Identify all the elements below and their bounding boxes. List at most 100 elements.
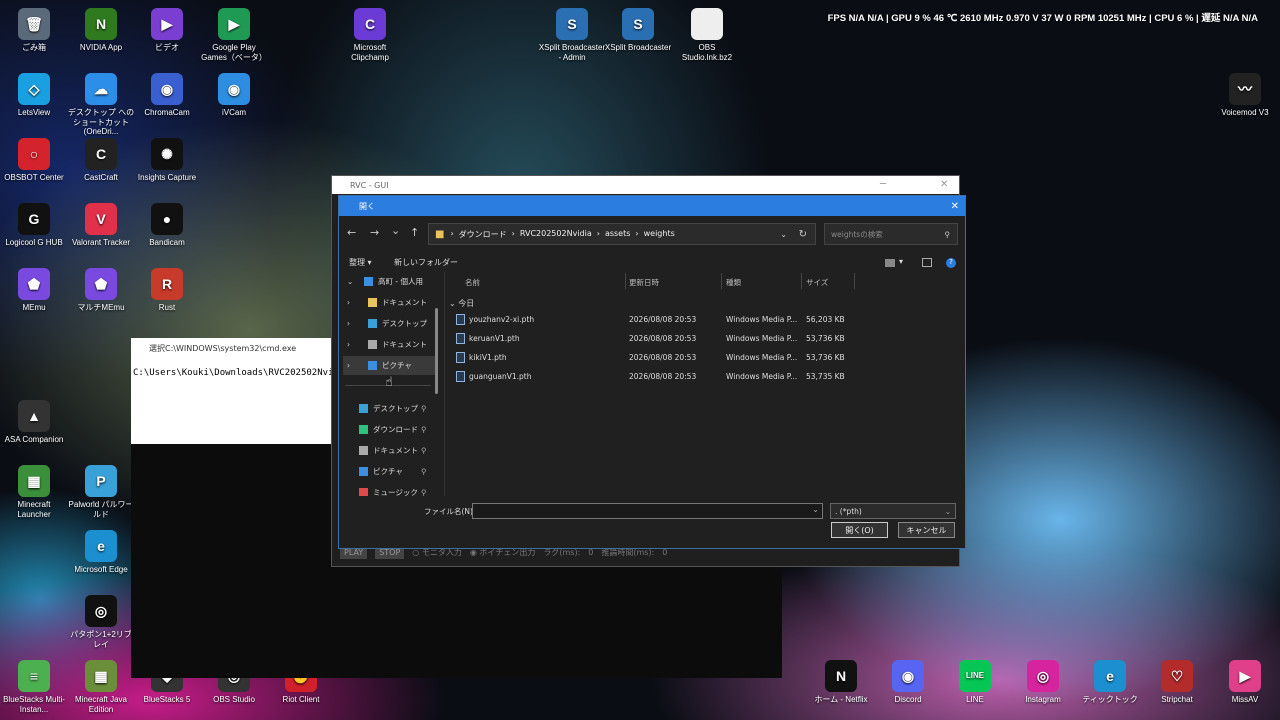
address-bar[interactable]: ■ › ダウンロード › RVC20250​2Nvidia › assets › weight… bbox=[428, 223, 816, 245]
desktop-icon[interactable]: ◇ LetsView bbox=[0, 73, 68, 118]
desktop-icon-label: OBSBOT Center bbox=[4, 173, 64, 182]
desktop-icon[interactable]: ☁ デスクトップ へのショートカット (OneDri... bbox=[67, 73, 135, 137]
group-header-today[interactable]: ⌄ 今日 bbox=[449, 298, 474, 309]
expand-chevron-icon[interactable]: › bbox=[347, 319, 357, 328]
filename-dropdown-icon[interactable]: ⌄ bbox=[812, 505, 819, 514]
desktop-icon[interactable]: ◎ パタポン1+2リブレイ bbox=[67, 595, 135, 649]
tree-item[interactable]: › ドキュメント bbox=[347, 335, 427, 354]
file-row[interactable]: kikiV1.pth 2026/08/08 20:53 Windows Media … bbox=[456, 350, 856, 367]
desktop-icon[interactable]: ◉ ChromaCam bbox=[133, 73, 201, 118]
file-size: 56,203 KB bbox=[806, 315, 845, 324]
search-input[interactable]: weightsの検索 ⚲ bbox=[824, 223, 958, 245]
organize-button[interactable]: 整理 ▾ bbox=[349, 257, 372, 268]
open-button[interactable]: 開く(O) bbox=[831, 522, 888, 538]
file-row[interactable]: keruanV1.pth 2026/08/08 20:53 Windows Medi… bbox=[456, 331, 856, 348]
desktop-icon[interactable]: ▶ MissAV bbox=[1211, 660, 1279, 705]
tree-item[interactable]: › デスクトップ bbox=[347, 314, 427, 333]
desktop-icon-label: Insights Capture bbox=[137, 173, 197, 182]
expand-chevron-icon[interactable]: › bbox=[347, 298, 357, 307]
tree-item[interactable]: ミュージック ⚲ bbox=[359, 483, 427, 496]
tree-item[interactable]: デスクトップ ⚲ bbox=[359, 399, 427, 418]
desktop-icon[interactable]: ▲ ASA Companion bbox=[0, 400, 68, 445]
app-icon: e bbox=[85, 530, 117, 562]
desktop-icon[interactable]: e Microsoft Edge bbox=[67, 530, 135, 575]
desktop-icon-label: ごみ箱 bbox=[22, 43, 46, 52]
file-row[interactable]: guanguanV1.pth 2026/08/08 20:53 Windows Me… bbox=[456, 369, 856, 386]
breadcrumb-item[interactable]: RVC20250​2Nvidia bbox=[520, 229, 592, 240]
desktop-icon[interactable]: V Valorant Tracker bbox=[67, 203, 135, 248]
pin-icon: ⚲ bbox=[421, 488, 427, 496]
desktop-icon[interactable]: C Microsoft Clipchamp bbox=[336, 8, 404, 62]
desktop-icon[interactable]: S XSplit Broadcaster - Admin bbox=[538, 8, 606, 62]
new-folder-button[interactable]: 新しいフォルダー bbox=[394, 257, 458, 268]
desktop-icon[interactable]: S XSplit Broadcaster bbox=[604, 8, 672, 53]
filename-input[interactable]: ⌄ bbox=[472, 503, 823, 519]
recent-locations-button[interactable]: ⌄ bbox=[391, 224, 400, 237]
desktop-icon[interactable]: 🗑 ごみ箱 bbox=[0, 8, 68, 53]
file-row[interactable]: youzhanv2-xi.pth 2026/08/08 20:53 Windows … bbox=[456, 312, 856, 329]
desktop-icon[interactable]: ○ OBSBOT Center bbox=[0, 138, 68, 183]
tree-item[interactable]: ダウンロード ⚲ bbox=[359, 420, 427, 439]
view-options-icon[interactable] bbox=[885, 259, 895, 267]
column-header-size[interactable]: サイズ bbox=[806, 277, 828, 288]
desktop-icon[interactable]: 〰 Voicemod V3 bbox=[1211, 73, 1279, 118]
help-icon[interactable]: ? bbox=[946, 258, 956, 268]
expand-chevron-icon[interactable]: › bbox=[347, 361, 357, 370]
desktop-icon-label: LINE bbox=[966, 695, 984, 704]
desktop-icon[interactable]: N NVIDIA App bbox=[67, 8, 135, 53]
tree-item[interactable]: › ドキュメント bbox=[347, 293, 427, 312]
desktop-icon[interactable]: OBS Studio.lnk.bz2 bbox=[673, 8, 741, 62]
desktop-icon[interactable]: ✺ Insights Capture bbox=[133, 138, 201, 183]
up-button[interactable]: ↑ bbox=[410, 226, 419, 239]
desktop-icon[interactable]: ⬟ マルチMEmu bbox=[67, 268, 135, 313]
preview-pane-icon[interactable] bbox=[922, 258, 932, 267]
tree-item-label: ダウンロード bbox=[373, 425, 418, 434]
breadcrumb-item[interactable]: weights bbox=[644, 229, 675, 240]
column-header-date[interactable]: 更新日時 bbox=[629, 277, 659, 288]
breadcrumb-item[interactable]: ダウンロード bbox=[459, 229, 507, 240]
desktop-icon[interactable]: ◎ Instagram bbox=[1009, 660, 1077, 705]
minimize-button[interactable]: ─ bbox=[880, 179, 886, 190]
open-file-dialog[interactable]: 開く ✕ ← → ⌄ ↑ ■ › ダウンロード › RVC20250​2Nvidia ›… bbox=[338, 195, 966, 549]
column-header-type[interactable]: 種類 bbox=[726, 277, 741, 288]
expand-chevron-icon[interactable]: ⌄ bbox=[347, 277, 357, 286]
desktop-icon[interactable]: ≡ BlueStacks Multi-Instan... bbox=[0, 660, 68, 714]
view-dropdown-icon[interactable]: ▾ bbox=[899, 257, 903, 266]
desktop-icon[interactable]: N ホーム - Netflix bbox=[807, 660, 875, 705]
desktop-icon[interactable]: e ティックトック bbox=[1076, 660, 1144, 705]
column-header-name[interactable]: 名前 bbox=[465, 277, 480, 288]
back-button[interactable]: ← bbox=[347, 226, 356, 239]
desktop-icon-label: MEmu bbox=[22, 303, 46, 312]
desktop-icon[interactable]: LINE LINE bbox=[941, 660, 1009, 705]
tree-item[interactable]: › ピクチャ bbox=[343, 356, 435, 375]
desktop-icon[interactable]: R Rust bbox=[133, 268, 201, 313]
tree-item[interactable]: ドキュメント ⚲ bbox=[359, 441, 427, 460]
desktop-icon[interactable]: G Logicool G HUB bbox=[0, 203, 68, 248]
breadcrumb-item[interactable]: assets bbox=[605, 229, 630, 240]
address-dropdown-icon[interactable]: ⌄ bbox=[780, 230, 787, 239]
desktop-icon[interactable]: ▦ Minecraft Launcher bbox=[0, 465, 68, 519]
desktop-icon[interactable]: ◉ iVCam bbox=[200, 73, 268, 118]
tree-item[interactable]: ピクチャ ⚲ bbox=[359, 462, 427, 481]
nav-scrollbar[interactable] bbox=[435, 308, 438, 394]
app-icon: 〰 bbox=[1229, 73, 1261, 105]
desktop-icon[interactable]: ▶ Google Play Games（ベータ） bbox=[200, 8, 268, 62]
dialog-close-button[interactable]: ✕ bbox=[951, 201, 959, 212]
tree-item[interactable]: ⌄ 高町 - 個人用 bbox=[347, 272, 423, 291]
desktop-icon[interactable]: ● Bandicam bbox=[133, 203, 201, 248]
desktop-icon[interactable]: P Palworld パルワールド bbox=[67, 465, 135, 519]
refresh-icon[interactable]: ↻ bbox=[799, 229, 807, 240]
desktop-icon[interactable]: ◉ Discord bbox=[874, 660, 942, 705]
app-icon: G bbox=[18, 203, 50, 235]
app-icon: ◎ bbox=[85, 595, 117, 627]
filetype-select[interactable]: . (*pth) ⌄ bbox=[830, 503, 956, 519]
close-button[interactable]: ✕ bbox=[940, 179, 948, 190]
desktop-icon[interactable]: C CastCraft bbox=[67, 138, 135, 183]
desktop-icon[interactable]: ⬟ MEmu bbox=[0, 268, 68, 313]
desktop-icon[interactable]: ♡ Stripchat bbox=[1143, 660, 1211, 705]
forward-button[interactable]: → bbox=[370, 226, 379, 239]
expand-chevron-icon[interactable]: › bbox=[347, 340, 357, 349]
desktop-icon[interactable]: ▦ Minecraft Java Edition bbox=[67, 660, 135, 714]
desktop-icon[interactable]: ▶ ビデオ bbox=[133, 8, 201, 53]
cancel-button[interactable]: キャンセル bbox=[898, 522, 955, 538]
